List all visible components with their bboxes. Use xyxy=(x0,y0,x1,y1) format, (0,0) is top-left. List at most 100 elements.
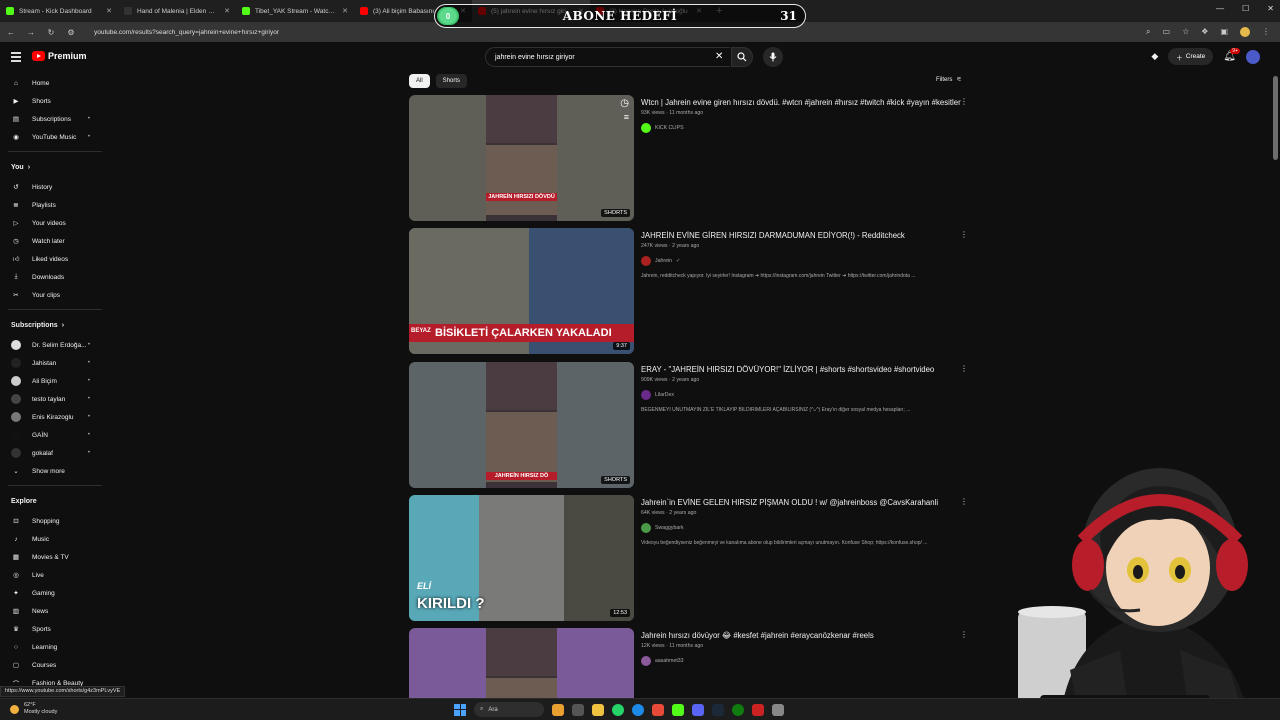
video-title[interactable]: Wtcn | Jahrein evine giren hırsızı dövdü… xyxy=(641,97,961,108)
sidebar-item[interactable]: ♪ Music xyxy=(0,530,110,548)
steam-icon[interactable] xyxy=(712,703,724,716)
sidebar-item[interactable]: ▥ News xyxy=(0,602,110,620)
close-window-icon[interactable]: ✕ xyxy=(1267,4,1274,13)
sidebar-item[interactable]: ↺ History xyxy=(0,178,110,196)
sidebar-section-subscriptions[interactable]: Subscriptions › xyxy=(0,314,110,336)
more-actions-icon[interactable]: ⋮ xyxy=(960,630,968,639)
gem-icon[interactable]: ◆ xyxy=(1151,51,1158,62)
search-result[interactable]: KIRILDI ? ELİ 12:53 Jahrein`in EVİNE GELEN … xyxy=(409,495,969,621)
sidebar-section-you[interactable]: You › xyxy=(0,156,110,178)
chrome-icon[interactable] xyxy=(652,703,664,716)
chip-shorts[interactable]: Shorts xyxy=(435,74,468,88)
cast-icon[interactable]: ▭ xyxy=(1163,27,1171,37)
file-explorer-icon[interactable] xyxy=(592,703,604,716)
zoom-icon[interactable]: ⌕ xyxy=(1146,27,1150,37)
channel-link[interactable]: LilarDex xyxy=(641,390,961,400)
add-to-queue-icon[interactable]: ≡ xyxy=(624,112,629,122)
tab-close-icon[interactable]: ✕ xyxy=(106,7,112,15)
video-thumbnail[interactable]: BİSİKLETİ ÇALARKEN YAKALADI BEYAZ 9:37 xyxy=(409,228,634,354)
reload-icon[interactable]: ↻ xyxy=(46,28,56,37)
edge-icon[interactable] xyxy=(632,703,644,716)
subscription-item[interactable]: ⌄ Show more xyxy=(0,462,110,480)
channel-link[interactable]: KICK CLIPS xyxy=(641,123,961,133)
create-button[interactable]: ＋ Create xyxy=(1168,48,1214,65)
channel-link[interactable]: Jahrein ✓ xyxy=(641,256,961,266)
browser-tab[interactable]: Stream - Kick Dashboard ✕ xyxy=(0,0,118,22)
browser-profile-avatar[interactable] xyxy=(1240,27,1250,37)
search-input[interactable]: jahrein evine hırsız giriyor xyxy=(485,47,730,67)
more-actions-icon[interactable]: ⋮ xyxy=(960,497,968,506)
sidebar-item[interactable]: ◷ Watch later xyxy=(0,232,110,250)
sidepanel-icon[interactable]: ▣ xyxy=(1220,27,1228,37)
sidebar-item[interactable]: ▦ Movies & TV xyxy=(0,548,110,566)
youtube-logo[interactable]: Premium xyxy=(32,51,87,61)
browser-menu-icon[interactable]: ⋮ xyxy=(1262,27,1270,37)
chip-all[interactable]: All xyxy=(409,74,430,88)
search-button[interactable] xyxy=(731,47,753,67)
clear-search-icon[interactable]: ✕ xyxy=(715,51,723,62)
sidebar-item[interactable]: ⊡ Shopping xyxy=(0,512,110,530)
more-actions-icon[interactable]: ⋮ xyxy=(960,230,968,239)
windows-start-icon[interactable] xyxy=(454,703,466,716)
subscription-item[interactable]: Ali Biçim • xyxy=(0,372,110,390)
search-result[interactable]: JAHREİN HIRSIZ DÖ SHORTS ERAY - "JAHREİN H… xyxy=(409,362,969,488)
video-thumbnail[interactable]: JAHREİN HIRSIZ DÖ SHORTS xyxy=(409,362,634,488)
discord-icon[interactable] xyxy=(692,703,704,716)
menu-icon[interactable] xyxy=(11,52,21,64)
sidebar-item[interactable]: ▶ Shorts xyxy=(0,92,110,110)
minimize-icon[interactable]: — xyxy=(1216,4,1224,13)
more-actions-icon[interactable]: ⋮ xyxy=(960,97,968,106)
sidebar-item[interactable]: ⤓ Downloads xyxy=(0,268,110,286)
video-thumbnail[interactable]: JAHREİN HIRSIZI DÖVDÜ SHORTS ◷ ≡ xyxy=(409,95,634,221)
task-view-icon[interactable] xyxy=(572,703,584,716)
whatsapp-icon[interactable] xyxy=(612,703,624,716)
page-scrollbar[interactable] xyxy=(1273,76,1278,160)
back-icon[interactable]: ← xyxy=(6,28,16,37)
maximize-icon[interactable]: ☐ xyxy=(1242,4,1249,13)
notifications-bell-icon[interactable]: 🔔︎ 9+ xyxy=(1223,48,1240,62)
sidebar-item[interactable]: 👍︎ Liked videos xyxy=(0,250,110,268)
sidebar-item[interactable]: ♛ Sports xyxy=(0,620,110,638)
widgets-app-icon[interactable] xyxy=(552,703,564,716)
video-title[interactable]: Jahrein`in EVİNE GELEN HIRSIZ PİŞMAN OLD… xyxy=(641,497,961,508)
tab-close-icon[interactable]: ✕ xyxy=(224,7,230,15)
watch-later-icon[interactable]: ◷ xyxy=(620,98,629,109)
tab-close-icon[interactable]: ✕ xyxy=(342,7,348,15)
kick-app-icon[interactable] xyxy=(672,703,684,716)
account-avatar[interactable] xyxy=(1246,49,1260,64)
video-title[interactable]: Jahrein hırsızı dövüyor 😂 #kesfet #jahre… xyxy=(641,630,961,641)
xbox-icon[interactable] xyxy=(732,703,744,716)
channel-link[interactable]: aasahmet33 xyxy=(641,656,961,666)
forward-icon[interactable]: → xyxy=(26,28,36,37)
sidebar-item[interactable]: ▤ Subscriptions • xyxy=(0,110,110,128)
taskbar-search[interactable]: ⌕ Ara xyxy=(474,702,544,717)
bookmark-star-icon[interactable]: ☆ xyxy=(1182,27,1189,37)
sidebar-item[interactable]: ○ Learning xyxy=(0,638,110,656)
app-icon[interactable] xyxy=(752,703,764,716)
subscription-item[interactable]: gokalaf • xyxy=(0,444,110,462)
extensions-icon[interactable]: ❖ xyxy=(1201,27,1208,37)
search-result[interactable]: BİSİKLETİ ÇALARKEN YAKALADI BEYAZ 9:37 JAHR… xyxy=(409,228,969,354)
video-title[interactable]: JAHREİN EVİNE GİREN HIRSIZI DARMADUMAN E… xyxy=(641,230,961,241)
subscription-item[interactable]: Enis Kirazoglu • xyxy=(0,408,110,426)
subscription-item[interactable]: Dr. Selim Erdoğa... • xyxy=(0,336,110,354)
search-result[interactable]: JAHREİN HIRSIZI DÖVDÜ SHORTS ◷ ≡ Wtcn | Jahr… xyxy=(409,95,969,221)
more-actions-icon[interactable]: ⋮ xyxy=(960,364,968,373)
sidebar-item[interactable]: ≣ Playlists xyxy=(0,196,110,214)
filters-button[interactable]: Filters ⚟ xyxy=(936,76,962,84)
settings-icon[interactable] xyxy=(772,703,784,716)
sidebar-item[interactable]: ◎ Live xyxy=(0,566,110,584)
sidebar-item[interactable]: ⌂ Home xyxy=(0,74,110,92)
weather-widget[interactable]: 62°F Mostly cloudy xyxy=(10,702,57,716)
sidebar-item[interactable]: ✂ Your clips xyxy=(0,286,110,304)
site-info-icon[interactable]: ⚙ xyxy=(66,28,76,37)
sidebar-item[interactable]: ▷ Your videos xyxy=(0,214,110,232)
video-thumbnail[interactable]: KIRILDI ? ELİ 12:53 xyxy=(409,495,634,621)
video-title[interactable]: ERAY - "JAHREİN HIRSIZI DÖVÜYOR!" İZLİYO… xyxy=(641,364,961,375)
channel-link[interactable]: Swaggybark xyxy=(641,523,961,533)
subscription-item[interactable]: Jahistan • xyxy=(0,354,110,372)
browser-tab[interactable]: Tibet_YAK Stream - Watch Live ✕ xyxy=(236,0,354,22)
subscription-item[interactable]: GAİN • xyxy=(0,426,110,444)
subscription-item[interactable]: testo taylan • xyxy=(0,390,110,408)
sidebar-item[interactable]: ▢ Courses xyxy=(0,656,110,674)
